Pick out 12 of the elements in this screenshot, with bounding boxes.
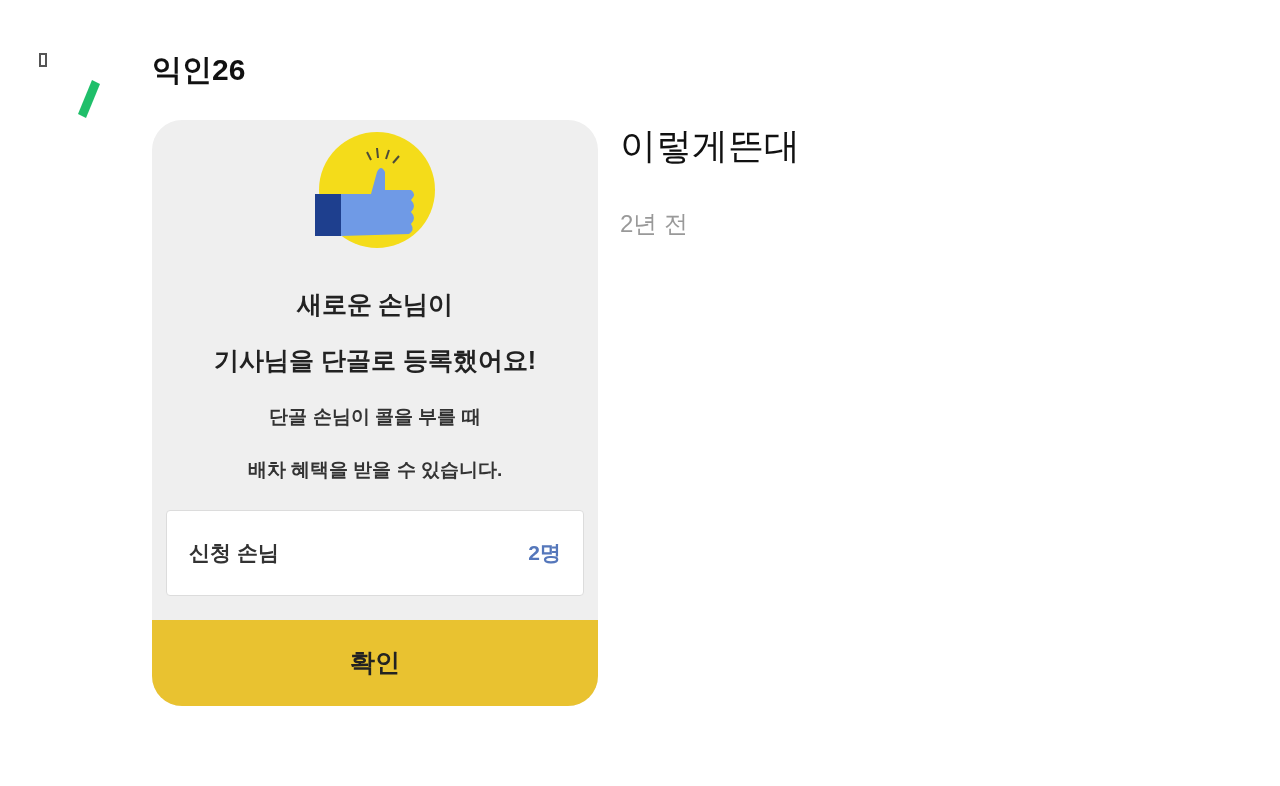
comment-text: 이렇게뜬대 <box>620 124 800 168</box>
author-name: 익인26 <box>152 52 247 88</box>
info-value: 2명 <box>528 540 561 567</box>
comment-time: 2년 전 <box>620 209 689 239</box>
info-label: 신청 손님 <box>189 540 279 567</box>
reply-marker-icon <box>38 52 102 120</box>
dialog-message: 배차 혜택을 받을 수 있습니다. <box>247 458 503 482</box>
dialog-title: 기사님을 단골로 등록했어요! <box>213 345 537 376</box>
dialog-message: 단골 손님이 콜을 부를 때 <box>269 405 481 429</box>
thumbs-up-icon <box>315 132 435 250</box>
confirm-button[interactable]: 확인 <box>152 620 598 706</box>
dialog-title: 새로운 손님이 <box>296 289 454 320</box>
